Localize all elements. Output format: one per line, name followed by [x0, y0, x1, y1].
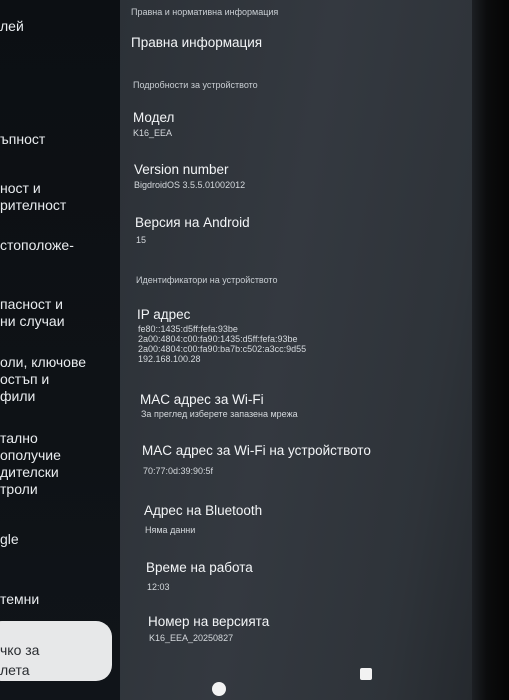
sidebar-item-3[interactable]: ност и рителност — [0, 180, 66, 214]
sidebar-item-6[interactable]: оли, ключове остъп и фили — [0, 354, 86, 405]
model-value: K16_EEA — [133, 128, 173, 138]
sidebar-item-7[interactable]: тално ополучие дителски троли — [0, 430, 61, 498]
section-header-device-details: Подробности за устройството — [133, 80, 258, 90]
sidebar-item-label: тално — [0, 430, 38, 446]
sidebar-item-label: рителност — [0, 197, 67, 213]
system-navigation-bar — [120, 655, 472, 700]
sidebar-item-label: пасност и — [0, 296, 64, 312]
screen-bezel-edge — [472, 0, 509, 700]
ip-address-line: 2a00:4804:c00:fa90:1435:d5ff:fefa:93be — [138, 334, 298, 344]
uptime-title: Време на работа — [146, 560, 253, 575]
bluetooth-title: Адрес на Bluetooth — [144, 503, 263, 518]
sidebar-item-label: фили — [0, 388, 36, 404]
version-number-value: BigdroidOS 3.5.5.01002012 — [134, 180, 246, 190]
ip-address-line: fe80::1435:d5ff:fefa:93be — [138, 324, 238, 334]
ip-address-line: 2a00:4804:c00:fa90:ba7b:c502:a3cc:9d55 — [138, 344, 307, 354]
section-header-identifiers: Идентификатори на устройството — [136, 275, 278, 285]
device-wifi-mac-title: MAC адрес за Wi-Fi на устройството — [142, 443, 371, 458]
section-header-legal: Правна и нормативна информация — [131, 7, 279, 17]
ip-address-values: fe80::1435:d5ff:fefa:93be 2a00:4804:c00:… — [138, 324, 306, 364]
sidebar-item-label: ъпност — [0, 131, 46, 147]
android-version-title: Версия на Android — [135, 215, 250, 230]
model-title: Модел — [133, 110, 175, 125]
sidebar-item-4[interactable]: стоположе- — [0, 237, 74, 254]
wifi-mac-title: MAC адрес за Wi-Fi — [140, 392, 264, 407]
search-card-line-1: чко за — [0, 642, 40, 658]
square-recents-icon[interactable] — [360, 668, 372, 680]
settings-sidebar: лей ъпност ност и рителност стоположе- п… — [0, 0, 120, 700]
sidebar-item-label: темни — [0, 591, 40, 607]
sidebar-item-2[interactable]: ъпност — [0, 131, 45, 148]
version-number-title: Version number — [134, 162, 229, 177]
build-number-title: Номер на версията — [148, 614, 270, 629]
sidebar-item-1[interactable]: лей — [0, 18, 24, 35]
sidebar-item-label: ност и — [0, 180, 41, 196]
circle-home-icon[interactable] — [212, 682, 226, 696]
device-wifi-mac-value: 70:77:0d:39:90:5f — [143, 466, 214, 476]
sidebar-item-label: остъп и — [0, 371, 50, 387]
bluetooth-value: Няма данни — [145, 525, 196, 535]
ip-address-line: 192.168.100.28 — [138, 354, 201, 364]
build-number-value: K16_EEA_20250827 — [149, 633, 234, 643]
sidebar-item-5[interactable]: пасност и ни случаи — [0, 296, 65, 330]
sidebar-item-9[interactable]: темни — [0, 591, 39, 608]
sidebar-item-label: ни случаи — [0, 313, 65, 329]
sidebar-item-label: стоположе- — [0, 237, 74, 253]
sidebar-item-label: оли, ключове — [0, 354, 87, 370]
ip-address-title: IP адрес — [137, 307, 191, 322]
sidebar-search-card[interactable]: чко за лета — [0, 621, 112, 681]
sidebar-item-8[interactable]: gle — [0, 531, 19, 548]
legal-info-item[interactable]: Правна информация — [131, 35, 262, 50]
sidebar-item-label: ополучие — [0, 447, 61, 463]
wifi-mac-value: За преглед изберете запазена мрежа — [141, 409, 298, 419]
uptime-value: 12:03 — [147, 582, 170, 592]
android-version-value: 15 — [136, 235, 147, 245]
settings-screen: лей ъпност ност и рителност стоположе- п… — [0, 0, 509, 700]
about-device-panel: Правна и нормативна информация Правна ин… — [120, 0, 480, 700]
sidebar-item-label: троли — [0, 481, 38, 497]
sidebar-item-label: gle — [0, 531, 19, 547]
sidebar-item-label: лей — [0, 18, 24, 34]
search-card-line-2: лета — [0, 662, 30, 678]
sidebar-item-label: дителски — [0, 464, 59, 480]
